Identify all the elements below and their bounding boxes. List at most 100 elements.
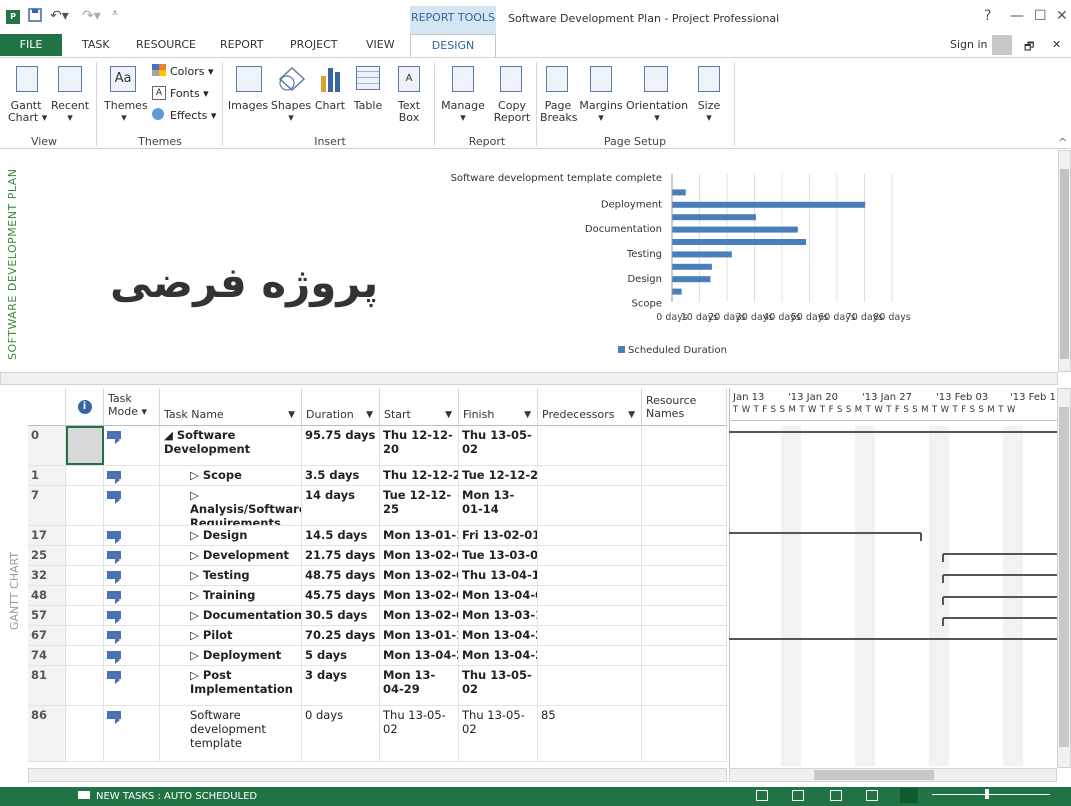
chart-bar[interactable]: [672, 189, 686, 196]
row-id[interactable]: 25: [28, 546, 66, 565]
start-cell[interactable]: Mon 13-02-0: [380, 546, 459, 565]
finish-cell[interactable]: Mon 13-04-2: [459, 626, 538, 645]
table-row[interactable]: 32 ▷ Testing 48.75 days Mon 13-02-0 Thu 13-0…: [28, 566, 727, 586]
avatar[interactable]: [992, 35, 1012, 55]
finish-cell[interactable]: Mon 13-04-0: [459, 586, 538, 605]
duration-cell[interactable]: 70.25 days: [302, 626, 380, 645]
manage-button[interactable]: Manage ▾: [440, 64, 486, 134]
task-mode-cell[interactable]: [104, 666, 160, 705]
duration-cell[interactable]: 5 days: [302, 646, 380, 665]
zoom-slider-thumb[interactable]: [985, 789, 989, 799]
duration-cell[interactable]: 21.75 days: [302, 546, 380, 565]
finish-cell[interactable]: Mon 13-04-2: [459, 646, 538, 665]
size-button[interactable]: Size ▾: [692, 64, 726, 134]
scroll-thumb[interactable]: [1059, 407, 1069, 747]
predecessors-column-header[interactable]: Predecessors ▼: [538, 388, 642, 426]
task-usage-icon[interactable]: [792, 790, 804, 801]
task-mode-cell[interactable]: [104, 626, 160, 645]
grid-horizontal-scrollbar[interactable]: [28, 768, 727, 782]
resource-names-cell[interactable]: [642, 546, 727, 565]
ribbon-display-icon[interactable]: 🗗: [1024, 38, 1034, 57]
resource-names-cell[interactable]: [642, 486, 727, 525]
row-id[interactable]: 48: [28, 586, 66, 605]
chart-bar[interactable]: [672, 214, 756, 221]
undo-icon[interactable]: ↶▾: [50, 8, 69, 24]
start-cell[interactable]: Mon 13-01-1: [380, 526, 459, 545]
page-breaks-button[interactable]: Page Breaks: [540, 64, 577, 134]
team-planner-icon[interactable]: [830, 790, 842, 801]
predecessors-cell[interactable]: [538, 546, 642, 565]
row-id[interactable]: 81: [28, 666, 66, 705]
predecessors-cell[interactable]: [538, 606, 642, 625]
start-cell[interactable]: Thu 12-12-20: [380, 426, 459, 465]
margins-button[interactable]: Margins ▾: [578, 64, 624, 134]
start-cell[interactable]: Mon 13-02-0: [380, 566, 459, 585]
chart-bar[interactable]: [672, 239, 807, 245]
row-id[interactable]: 0: [28, 426, 66, 465]
task-name-cell[interactable]: ▷ Pilot: [160, 626, 302, 645]
start-cell[interactable]: Mon 13-04-2: [380, 646, 459, 665]
help-button[interactable]: ?: [984, 8, 991, 24]
gantt-horizontal-scrollbar[interactable]: [729, 768, 1057, 782]
start-cell[interactable]: Thu 12-12-20: [380, 466, 459, 485]
table-row[interactable]: 17 ▷ Design 14.5 days Mon 13-01-1 Fri 13-02-…: [28, 526, 727, 546]
gantt-view-icon[interactable]: [756, 790, 768, 801]
scroll-thumb[interactable]: [814, 770, 934, 780]
task-mode-cell[interactable]: [104, 486, 160, 525]
tab-design[interactable]: DESIGN: [410, 34, 496, 58]
table-row[interactable]: 67 ▷ Pilot 70.25 days Mon 13-01-1 Mon 13-04-…: [28, 626, 727, 646]
table-row[interactable]: 57 ▷ Documentation 30.5 days Mon 13-02-0 Mon…: [28, 606, 727, 626]
table-row[interactable]: 25 ▷ Development 21.75 days Mon 13-02-0 Tue …: [28, 546, 727, 566]
task-mode-cell[interactable]: [104, 526, 160, 545]
fonts-button[interactable]: Fonts ▾: [170, 87, 209, 100]
report-title-text[interactable]: پروژه فرضی: [110, 258, 378, 307]
info-cell[interactable]: [66, 466, 104, 485]
duration-cell[interactable]: 95.75 days: [302, 426, 380, 465]
table-row[interactable]: 7 ▷ Analysis/Software Requirements 14 days…: [28, 486, 727, 526]
resource-names-cell[interactable]: [642, 666, 727, 705]
task-mode-cell[interactable]: [104, 466, 160, 485]
chart-bar[interactable]: [672, 201, 866, 208]
report-horizontal-scrollbar[interactable]: [0, 372, 1058, 385]
task-name-cell[interactable]: ▷ Testing: [160, 566, 302, 585]
resource-names-cell[interactable]: [642, 706, 727, 761]
resource-names-cell[interactable]: [642, 626, 727, 645]
info-column-header[interactable]: i: [66, 388, 104, 426]
chart-bar[interactable]: [672, 251, 732, 258]
duration-cell[interactable]: 0 days: [302, 706, 380, 761]
info-cell[interactable]: [66, 566, 104, 585]
tab-view[interactable]: VIEW: [366, 38, 395, 51]
select-all-corner[interactable]: [28, 388, 66, 426]
scroll-thumb[interactable]: [1060, 169, 1069, 359]
row-id[interactable]: 1: [28, 466, 66, 485]
resource-names-cell[interactable]: [642, 566, 727, 585]
row-id[interactable]: 74: [28, 646, 66, 665]
chart-bar[interactable]: [672, 288, 682, 295]
task-mode-cell[interactable]: [104, 706, 160, 761]
info-cell[interactable]: [66, 586, 104, 605]
info-cell[interactable]: [66, 546, 104, 565]
resource-names-cell[interactable]: [642, 526, 727, 545]
row-id[interactable]: 67: [28, 626, 66, 645]
tab-resource[interactable]: RESOURCE: [136, 38, 196, 51]
resource-sheet-icon[interactable]: [866, 790, 878, 801]
info-cell[interactable]: [66, 626, 104, 645]
task-name-cell[interactable]: ▷ Training: [160, 586, 302, 605]
info-cell[interactable]: [66, 706, 104, 761]
duration-cell[interactable]: 45.75 days: [302, 586, 380, 605]
tab-file[interactable]: FILE: [0, 34, 62, 56]
table-row[interactable]: 0 ◢ Software Development 95.75 days Thu 12-…: [28, 426, 727, 466]
info-cell[interactable]: [66, 646, 104, 665]
save-icon[interactable]: [28, 8, 42, 26]
predecessors-cell[interactable]: [538, 586, 642, 605]
themes-button[interactable]: Aa Themes ▾: [104, 64, 148, 134]
table-row[interactable]: 74 ▷ Deployment 5 days Mon 13-04-2 Mon 13-04…: [28, 646, 727, 666]
predecessors-cell[interactable]: 85: [538, 706, 642, 761]
chart-bar[interactable]: [672, 276, 711, 283]
chart-bar[interactable]: [672, 226, 798, 233]
finish-cell[interactable]: Thu 13-04-11: [459, 566, 538, 585]
row-id[interactable]: 7: [28, 486, 66, 525]
start-cell[interactable]: Mon 13-04-29: [380, 666, 459, 705]
table-row[interactable]: 81 ▷ Post Implementation 3 days Mon 13-04-2…: [28, 666, 727, 706]
start-column-header[interactable]: Start ▼: [380, 388, 459, 426]
